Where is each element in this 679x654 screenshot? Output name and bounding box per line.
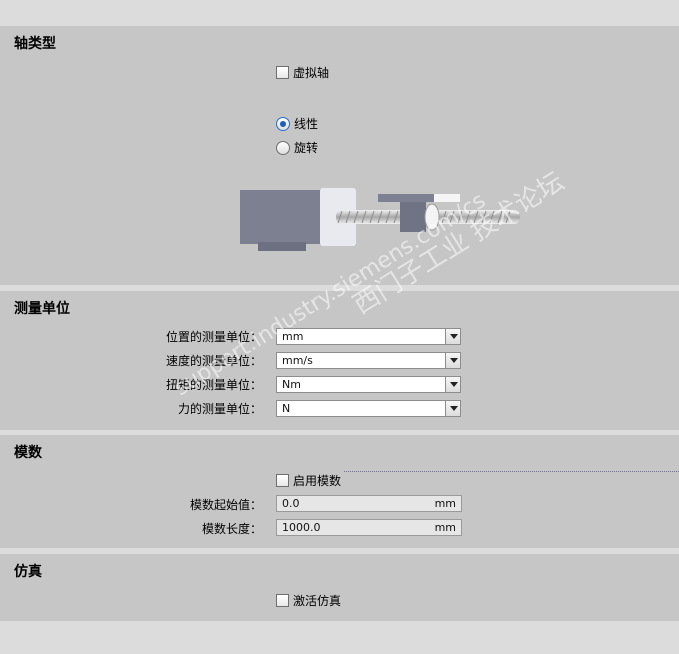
position-unit-label: 位置的测量单位： <box>165 330 262 344</box>
modulo-length-value: 1000.0 <box>282 521 321 534</box>
modulo-start-value: 0.0 <box>282 497 300 510</box>
position-unit-select[interactable]: mm <box>276 328 461 345</box>
chevron-down-icon[interactable] <box>445 353 460 368</box>
activate-simulation-label: 激活仿真 <box>293 594 342 608</box>
virtual-axis-checkbox-row[interactable]: 虚拟轴 <box>276 64 329 81</box>
radio-linear-row[interactable]: 线性 <box>276 115 318 132</box>
radio-rotary[interactable] <box>276 140 290 155</box>
modulo-length-field[interactable]: 1000.0 mm <box>276 519 462 536</box>
modulo-start-label: 模数起始值： <box>189 498 262 512</box>
force-unit-select[interactable]: N <box>276 400 461 417</box>
section-axis-type: 轴类型 虚拟轴 线性 旋转 <box>0 26 679 285</box>
modulo-start-unit: mm <box>434 497 456 510</box>
activate-simulation-checkbox-row[interactable]: 激活仿真 <box>276 592 341 609</box>
section-title-measurement-units: 测量单位 <box>14 301 70 317</box>
velocity-unit-label: 速度的测量单位： <box>165 354 262 368</box>
modulo-length-unit: mm <box>434 521 456 534</box>
section-title-simulation: 仿真 <box>14 564 42 580</box>
virtual-axis-checkbox[interactable] <box>276 66 289 79</box>
virtual-axis-label: 虚拟轴 <box>293 66 330 80</box>
chevron-down-icon[interactable] <box>445 329 460 344</box>
chevron-down-icon[interactable] <box>445 377 460 392</box>
position-unit-value: mm <box>282 330 304 343</box>
velocity-unit-select[interactable]: mm/s <box>276 352 461 369</box>
radio-rotary-row[interactable]: 旋转 <box>276 139 318 156</box>
section-title-modulo: 模数 <box>14 445 42 461</box>
enable-modulo-checkbox-row[interactable]: 启用模数 <box>276 472 341 489</box>
force-unit-value: N <box>282 402 291 415</box>
torque-unit-value: Nm <box>282 378 301 391</box>
section-simulation: 仿真 激活仿真 <box>0 554 679 621</box>
section-modulo: 模数 启用模数 模数起始值： 0.0 mm 模数长度： 1000.0 mm <box>0 435 679 548</box>
chevron-down-icon[interactable] <box>445 401 460 416</box>
modulo-length-label: 模数长度： <box>201 522 262 536</box>
velocity-unit-value: mm/s <box>282 354 313 367</box>
section-measurement-units: 测量单位 位置的测量单位： mm 速度的测量单位： mm/s 扭矩的测量单位： … <box>0 291 679 430</box>
radio-rotary-label: 旋转 <box>294 141 319 155</box>
bottom-strip <box>0 621 679 654</box>
section-title-axis-type: 轴类型 <box>14 36 56 52</box>
modulo-start-field[interactable]: 0.0 mm <box>276 495 462 512</box>
top-strip <box>0 0 679 26</box>
enable-modulo-checkbox[interactable] <box>276 474 289 487</box>
enable-modulo-label: 启用模数 <box>293 474 342 488</box>
radio-linear-label: 线性 <box>294 117 319 131</box>
linear-axis-illustration <box>240 188 520 251</box>
torque-unit-select[interactable]: Nm <box>276 376 461 393</box>
radio-linear[interactable] <box>276 116 290 131</box>
divider <box>344 471 679 472</box>
torque-unit-label: 扭矩的测量单位： <box>165 378 262 392</box>
activate-simulation-checkbox[interactable] <box>276 594 289 607</box>
force-unit-label: 力的测量单位： <box>177 402 262 416</box>
